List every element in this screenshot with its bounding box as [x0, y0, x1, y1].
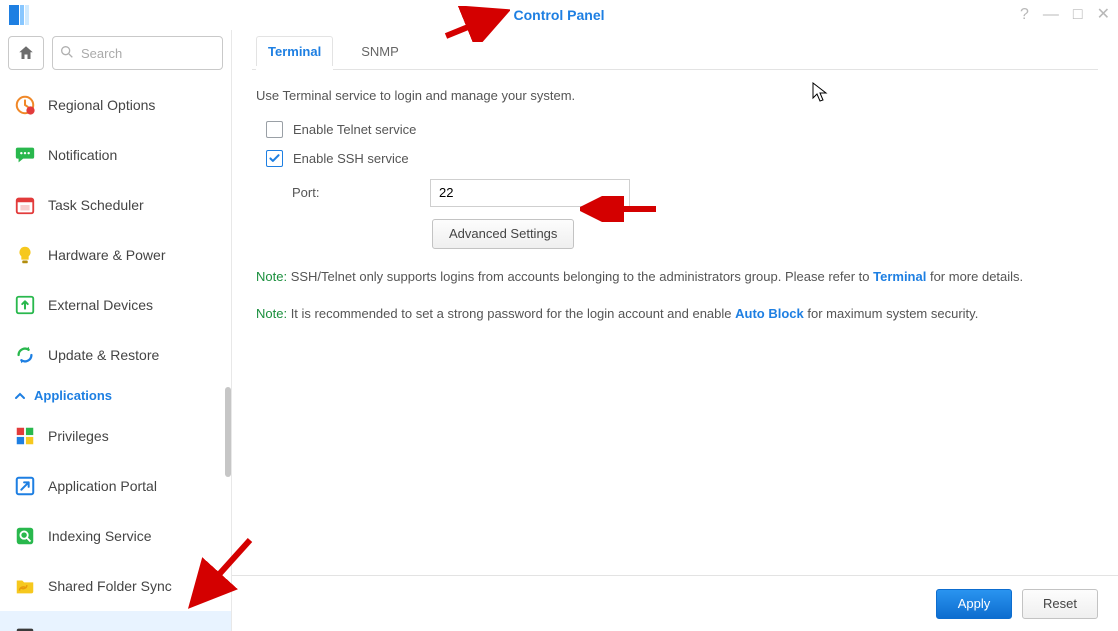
- refresh-icon: [14, 344, 36, 366]
- sidebar-item-label: Application Portal: [48, 478, 157, 494]
- checkbox-telnet-label: Enable Telnet service: [293, 120, 416, 140]
- sidebar-item-regional-options[interactable]: Regional Options: [0, 80, 231, 130]
- bulb-icon: [14, 244, 36, 266]
- main-panel: Terminal SNMP Use Terminal service to lo…: [232, 30, 1118, 631]
- grid-icon: [14, 425, 36, 447]
- sidebar: Regional Options Notification Task Sched…: [0, 30, 232, 631]
- sidebar-item-task-scheduler[interactable]: Task Scheduler: [0, 180, 231, 230]
- tab-snmp[interactable]: SNMP: [355, 36, 405, 69]
- app-icon: [8, 4, 30, 26]
- help-icon[interactable]: ?: [1020, 7, 1029, 23]
- sidebar-item-notification[interactable]: Notification: [0, 130, 231, 180]
- sidebar-item-indexing-service[interactable]: Indexing Service: [0, 511, 231, 561]
- portal-icon: [14, 475, 36, 497]
- tab-bar: Terminal SNMP: [252, 30, 1098, 70]
- sidebar-item-label: Task Scheduler: [48, 197, 144, 213]
- sidebar-section-label: Applications: [34, 388, 112, 403]
- port-label: Port:: [292, 183, 412, 203]
- auto-block-link[interactable]: Auto Block: [735, 306, 804, 321]
- intro-text: Use Terminal service to login and manage…: [256, 86, 1094, 106]
- sidebar-section-applications[interactable]: Applications: [0, 380, 231, 411]
- note-tag: Note:: [256, 269, 287, 284]
- sidebar-item-application-portal[interactable]: Application Portal: [0, 461, 231, 511]
- note-1: Note: SSH/Telnet only supports logins fr…: [256, 267, 1094, 287]
- port-input[interactable]: [430, 179, 630, 207]
- sidebar-item-label: Hardware & Power: [48, 247, 166, 263]
- sidebar-item-external-devices[interactable]: External Devices: [0, 280, 231, 330]
- sidebar-item-shared-folder-sync[interactable]: Shared Folder Sync: [0, 561, 231, 611]
- home-icon: [17, 44, 35, 62]
- search-input[interactable]: [52, 36, 223, 70]
- checkbox-ssh[interactable]: [266, 150, 283, 167]
- sidebar-item-label: Regional Options: [48, 97, 155, 113]
- sidebar-item-label: Shared Folder Sync: [48, 578, 172, 594]
- sidebar-item-privileges[interactable]: Privileges: [0, 411, 231, 461]
- window-title: Control Panel: [513, 7, 604, 23]
- maximize-icon[interactable]: □: [1073, 7, 1083, 23]
- chat-icon: [14, 144, 36, 166]
- sidebar-item-label: Privileges: [48, 428, 109, 444]
- sidebar-item-update-restore[interactable]: Update & Restore: [0, 330, 231, 380]
- folder-sync-icon: [14, 575, 36, 597]
- scrollbar-thumb[interactable]: [225, 387, 231, 477]
- note-tag: Note:: [256, 306, 287, 321]
- sidebar-item-hardware-power[interactable]: Hardware & Power: [0, 230, 231, 280]
- terminal-link[interactable]: Terminal: [873, 269, 926, 284]
- close-icon[interactable]: ✕: [1097, 7, 1110, 23]
- window-controls: ? — □ ✕: [1020, 7, 1110, 23]
- search-file-icon: [14, 525, 36, 547]
- sidebar-item-label: Notification: [48, 147, 117, 163]
- checkbox-telnet[interactable]: [266, 121, 283, 138]
- footer: Apply Reset: [232, 575, 1118, 631]
- reset-button[interactable]: Reset: [1022, 589, 1098, 619]
- calendar-icon: [14, 194, 36, 216]
- sidebar-scroll[interactable]: Regional Options Notification Task Sched…: [0, 80, 231, 631]
- apply-button[interactable]: Apply: [936, 589, 1012, 619]
- search-icon: [59, 44, 75, 63]
- minimize-icon[interactable]: —: [1043, 7, 1059, 23]
- upload-icon: [14, 294, 36, 316]
- tab-content: Use Terminal service to login and manage…: [252, 70, 1098, 324]
- titlebar: Control Panel ? — □ ✕: [0, 0, 1118, 30]
- advanced-settings-button[interactable]: Advanced Settings: [432, 219, 574, 249]
- sidebar-item-terminal-snmp[interactable]: Terminal & SNMP: [0, 611, 231, 631]
- home-button[interactable]: [8, 36, 44, 70]
- checkbox-ssh-label: Enable SSH service: [293, 149, 409, 169]
- clock-icon: [14, 94, 36, 116]
- sidebar-item-label: Update & Restore: [48, 347, 159, 363]
- tab-terminal[interactable]: Terminal: [262, 36, 327, 69]
- note-2: Note: It is recommended to set a strong …: [256, 304, 1094, 324]
- chevron-up-icon: [14, 390, 26, 402]
- sidebar-item-label: External Devices: [48, 297, 153, 313]
- terminal-icon: [14, 625, 36, 631]
- sidebar-item-label: Indexing Service: [48, 528, 152, 544]
